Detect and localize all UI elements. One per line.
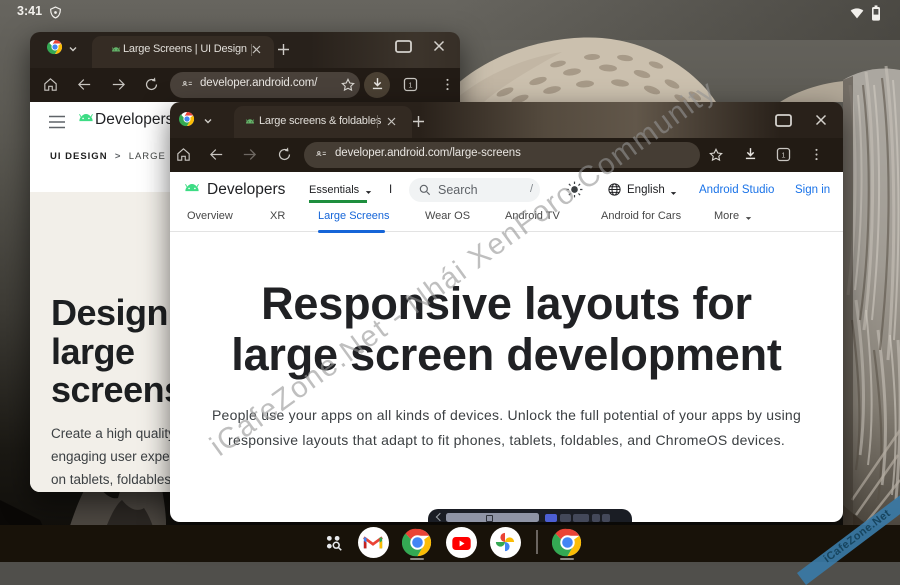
svg-text:1: 1 [408, 81, 412, 90]
svg-text:1: 1 [781, 151, 785, 160]
